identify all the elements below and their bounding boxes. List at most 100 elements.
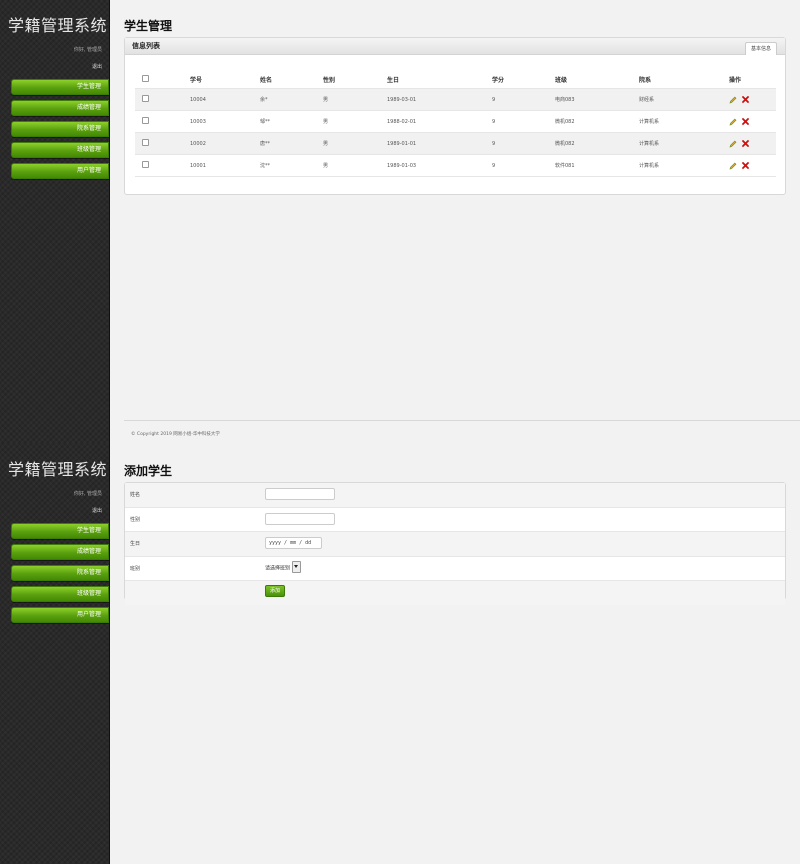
cell-birthday: 1988-02-01 xyxy=(387,118,417,125)
cell-class: 电商083 xyxy=(554,88,638,111)
col-header-dept: 院系 xyxy=(639,77,652,84)
select-all-checkbox[interactable] xyxy=(142,75,149,82)
add-student-screen: 学籍管理系统 你好, 管理员 退出 学生管理 成绩管理 院系管理 班级管理 用户… xyxy=(0,444,800,864)
row-checkbox[interactable] xyxy=(142,95,149,102)
name-input[interactable] xyxy=(265,488,335,500)
cell-dept: 计算机系 xyxy=(638,132,728,155)
cell-id: 10002 xyxy=(189,132,259,155)
pencil-icon[interactable] xyxy=(729,118,737,126)
form-row-birthday: 生日 yyyy / mm / dd xyxy=(125,532,785,557)
name-label: 姓名 xyxy=(130,492,141,498)
cell-ops xyxy=(728,155,776,177)
cell-name: 沈** xyxy=(260,163,271,169)
page-title: 学生管理 xyxy=(124,19,173,33)
nav-item-students[interactable]: 学生管理 xyxy=(11,523,109,539)
cell-birthday: 1989-01-03 xyxy=(387,162,417,169)
cell-dept: 财经系 xyxy=(638,88,728,111)
cell-id: 10003 xyxy=(190,118,206,125)
cell-dept: 计算机系 xyxy=(639,119,660,125)
sidebar: 学籍管理系统 你好, 管理员 退出 学生管理 成绩管理 院系管理 班级管理 用户… xyxy=(0,0,110,444)
table-row: 10003 邹** 男 1988-02-01 9 微机082 计算机系 xyxy=(135,111,776,133)
nav-item-departments[interactable]: 院系管理 xyxy=(11,121,109,137)
pencil-icon[interactable] xyxy=(729,140,737,148)
cell-gender: 男 xyxy=(322,132,386,155)
cell-birthday: 1989-03-01 xyxy=(386,88,491,111)
delete-x-icon[interactable] xyxy=(741,162,749,169)
cell-id: 10004 xyxy=(189,88,259,111)
pencil-icon[interactable] xyxy=(729,96,737,104)
cell-ops xyxy=(728,88,776,111)
cell-birthday: 1989-01-01 xyxy=(386,132,491,155)
delete-x-icon[interactable] xyxy=(741,118,749,125)
cell-name: 余* xyxy=(259,88,322,111)
row-select-cell xyxy=(135,111,189,133)
copyright-text: © Copyright 2019 网易小组-华中科技大学 xyxy=(131,432,220,437)
site-title: 学籍管理系统 xyxy=(8,460,108,479)
nav-item-users[interactable]: 用户管理 xyxy=(11,163,109,179)
cell-class: 微机082 xyxy=(555,119,575,125)
cell-credit: 9 xyxy=(492,162,496,169)
sidebar-nav: 学生管理 成绩管理 院系管理 班级管理 用户管理 xyxy=(11,523,109,628)
cell-ops xyxy=(728,132,776,155)
sidebar-nav: 学生管理 成绩管理 院系管理 班级管理 用户管理 xyxy=(11,79,109,184)
table-row: 10001 沈** 男 1989-01-03 9 软件081 计算机系 xyxy=(135,155,776,177)
info-list-panel: 信息列表 基本信息 学号 姓名 性别 生日 学分 班级 院系 操作 10004 … xyxy=(124,37,786,195)
panel-title: 信息列表 xyxy=(132,42,160,50)
nav-item-users[interactable]: 用户管理 xyxy=(11,607,109,623)
nav-item-departments[interactable]: 院系管理 xyxy=(11,565,109,581)
panel-header: 信息列表 基本信息 xyxy=(125,38,785,55)
nav-item-grades[interactable]: 成绩管理 xyxy=(11,544,109,560)
delete-x-icon[interactable] xyxy=(741,140,749,147)
cell-credit: 9 xyxy=(492,118,496,125)
footer-divider xyxy=(124,420,800,421)
cell-dept: 计算机系 xyxy=(639,163,660,169)
cell-name: 邹** xyxy=(260,119,271,125)
form-row-name: 姓名 xyxy=(125,483,785,508)
cell-credit: 9 xyxy=(491,88,554,111)
user-greeting: 你好, 管理员 xyxy=(73,491,102,497)
class-select-value: 请选择班别 xyxy=(265,565,291,571)
gender-label: 性别 xyxy=(130,516,141,523)
col-header-credit: 学分 xyxy=(492,77,505,84)
nav-item-classes[interactable]: 班级管理 xyxy=(11,586,109,602)
birthday-date-input[interactable]: yyyy / mm / dd xyxy=(265,537,322,549)
row-select-cell xyxy=(135,155,189,177)
select-all-cell xyxy=(135,71,189,89)
cell-gender: 男 xyxy=(323,163,329,169)
class-select[interactable]: 请选择班别 xyxy=(265,560,302,574)
cell-class: 软件081 xyxy=(555,163,575,169)
add-student-form: 姓名 性别 生日 yyyy / mm / dd 班别 请选择班别 添加 xyxy=(124,482,786,605)
col-header-id: 学号 xyxy=(190,77,203,84)
nav-item-classes[interactable]: 班级管理 xyxy=(11,142,109,158)
sidebar: 学籍管理系统 你好, 管理员 退出 学生管理 成绩管理 院系管理 班级管理 用户… xyxy=(0,444,110,864)
row-select-cell xyxy=(135,132,189,155)
gender-input[interactable] xyxy=(265,512,335,525)
cell-class: 微机082 xyxy=(554,132,638,155)
dropdown-arrow-icon[interactable] xyxy=(292,560,302,573)
form-row-submit: 添加 xyxy=(125,581,785,605)
logout-link[interactable]: 退出 xyxy=(92,507,102,514)
page-title: 添加学生 xyxy=(124,464,173,478)
user-greeting: 你好, 管理员 xyxy=(73,47,102,53)
site-title: 学籍管理系统 xyxy=(8,16,108,35)
cell-gender: 男 xyxy=(322,88,386,111)
pencil-icon[interactable] xyxy=(729,162,737,170)
form-row-class: 班别 请选择班别 xyxy=(125,557,785,581)
table-row: 10004 余* 男 1989-03-01 9 电商083 财经系 xyxy=(135,88,776,111)
row-checkbox[interactable] xyxy=(142,117,149,124)
nav-item-grades[interactable]: 成绩管理 xyxy=(11,100,109,116)
cell-name: 唐** xyxy=(259,132,322,155)
row-checkbox[interactable] xyxy=(142,139,149,146)
nav-item-students[interactable]: 学生管理 xyxy=(11,79,109,95)
row-select-cell xyxy=(135,88,189,111)
delete-x-icon[interactable] xyxy=(741,96,749,103)
row-checkbox[interactable] xyxy=(142,161,149,168)
add-button[interactable]: 添加 xyxy=(265,585,286,597)
student-table: 学号 姓名 性别 生日 学分 班级 院系 操作 10004 余* 男 1989-… xyxy=(135,71,776,177)
cell-id: 10001 xyxy=(190,162,206,169)
class-label: 班别 xyxy=(130,565,141,572)
col-header-ops: 操作 xyxy=(729,77,742,84)
logout-link[interactable]: 退出 xyxy=(92,63,102,70)
col-header-class: 班级 xyxy=(555,77,568,84)
tab-basic-info[interactable]: 基本信息 xyxy=(744,42,777,55)
